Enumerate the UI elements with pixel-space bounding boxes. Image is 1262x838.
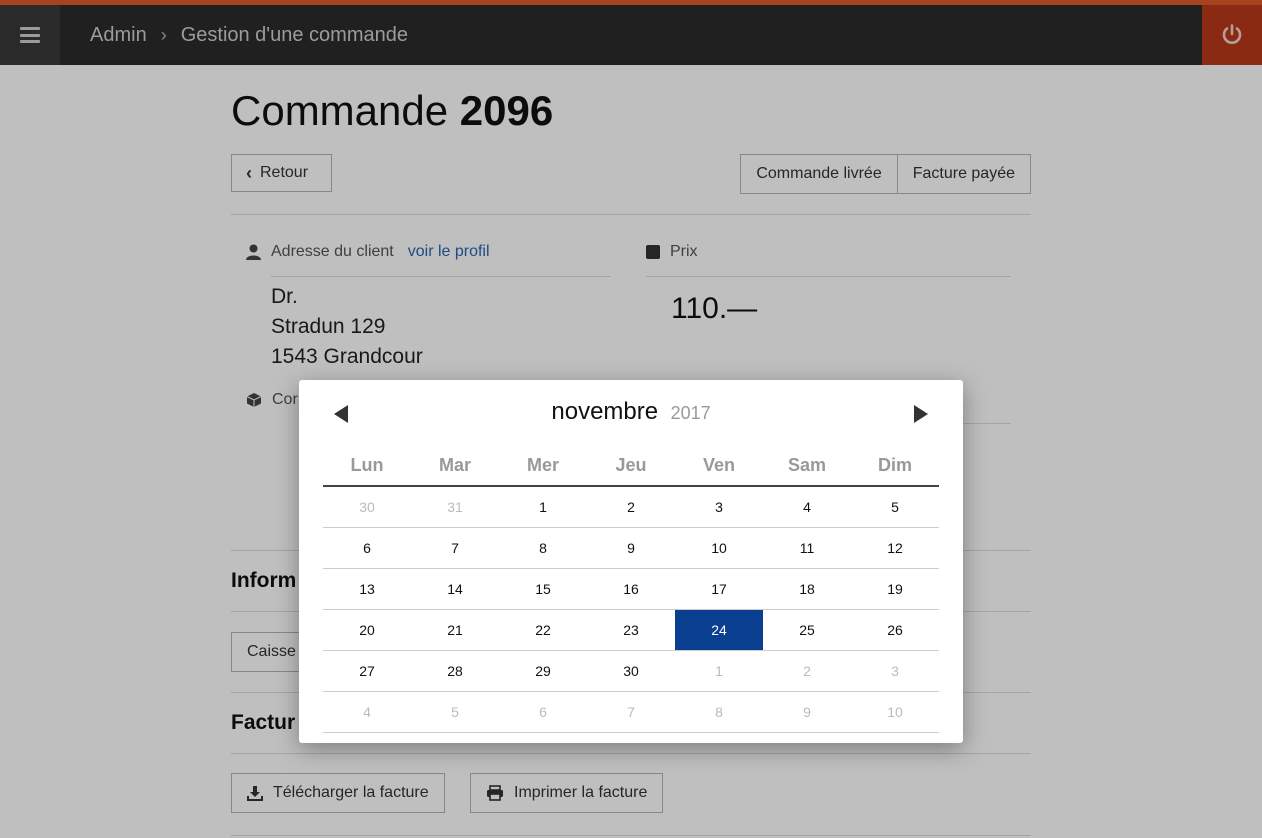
weekday-label: Lun — [350, 455, 384, 475]
calendar-day[interactable]: 25 — [763, 610, 851, 650]
calendar-day[interactable]: 10 — [851, 692, 939, 732]
calendar-day[interactable]: 30 — [323, 487, 411, 527]
calendar-day[interactable]: 1 — [675, 651, 763, 691]
calendar-day[interactable]: 28 — [411, 651, 499, 691]
calendar-day[interactable]: 5 — [851, 487, 939, 527]
calendar-day-selected[interactable]: 24 — [675, 610, 763, 650]
calendar-day[interactable]: 30 — [587, 651, 675, 691]
weekday-label: Sam — [787, 455, 827, 475]
calendar-day[interactable]: 8 — [675, 692, 763, 732]
calendar-day[interactable]: 1 — [499, 487, 587, 527]
calendar-day[interactable]: 9 — [763, 692, 851, 732]
calendar-week-row: 4 5 6 7 8 9 10 — [323, 692, 939, 733]
weekday-label: Ven — [702, 455, 736, 475]
calendar-day[interactable]: 23 — [587, 610, 675, 650]
weekday-label: Mer — [526, 455, 559, 475]
weekday-label: Jeu — [615, 455, 647, 475]
year: 2017 — [670, 403, 711, 423]
calendar-week-row: 20 21 22 23 24 25 26 — [323, 610, 939, 651]
calendar-day[interactable]: 12 — [851, 528, 939, 568]
calendar-day[interactable]: 22 — [499, 610, 587, 650]
calendar-week-row: 13 14 15 16 17 18 19 — [323, 569, 939, 610]
calendar-day[interactable]: 29 — [499, 651, 587, 691]
date-picker: novembre 2017 Lun Mar Mer Jeu Ven Sam Di… — [299, 380, 963, 743]
calendar-day[interactable]: 2 — [587, 487, 675, 527]
month-name: novembre — [551, 398, 659, 425]
calendar-day[interactable]: 7 — [587, 692, 675, 732]
calendar-day[interactable]: 18 — [763, 569, 851, 609]
triangle-right-icon — [914, 405, 928, 423]
calendar-day[interactable]: 19 — [851, 569, 939, 609]
calendar-day[interactable]: 2 — [763, 651, 851, 691]
calendar-week-row: 27 28 29 30 1 2 3 — [323, 651, 939, 692]
calendar-day[interactable]: 21 — [411, 610, 499, 650]
calendar-day[interactable]: 14 — [411, 569, 499, 609]
calendar-week-row: 6 7 8 9 10 11 12 — [323, 528, 939, 569]
calendar-day[interactable]: 4 — [763, 487, 851, 527]
weekday-label: Mar — [438, 455, 471, 475]
calendar-day[interactable]: 3 — [675, 487, 763, 527]
calendar-grid: Lun Mar Mer Jeu Ven Sam Dim 30 31 1 2 3 4 5 6 7 8… — [323, 448, 939, 733]
calendar-day[interactable]: 3 — [851, 651, 939, 691]
calendar-day[interactable]: 8 — [499, 528, 587, 568]
calendar-weeks: 30 31 1 2 3 4 5 6 7 8 9 10 11 12 13 14 15 16 17 18 19 20 21 22 2… — [323, 487, 939, 733]
calendar-day[interactable]: 26 — [851, 610, 939, 650]
calendar-day[interactable]: 7 — [411, 528, 499, 568]
calendar-day[interactable]: 17 — [675, 569, 763, 609]
calendar-day[interactable]: 4 — [323, 692, 411, 732]
calendar-day[interactable]: 27 — [323, 651, 411, 691]
calendar-day[interactable]: 6 — [499, 692, 587, 732]
next-month-button[interactable] — [909, 402, 933, 426]
calendar-day[interactable]: 16 — [587, 569, 675, 609]
calendar-day[interactable]: 20 — [323, 610, 411, 650]
month-year-title: novembre 2017 — [299, 398, 963, 426]
calendar-day[interactable]: 31 — [411, 487, 499, 527]
calendar-day[interactable]: 15 — [499, 569, 587, 609]
calendar-day[interactable]: 6 — [323, 528, 411, 568]
weekday-label: Dim — [877, 455, 912, 475]
calendar-day[interactable]: 5 — [411, 692, 499, 732]
calendar-week-row: 30 31 1 2 3 4 5 — [323, 487, 939, 528]
calendar-day[interactable]: 10 — [675, 528, 763, 568]
calendar-day[interactable]: 11 — [763, 528, 851, 568]
calendar-day[interactable]: 9 — [587, 528, 675, 568]
calendar-day[interactable]: 13 — [323, 569, 411, 609]
weekday-header-row: Lun Mar Mer Jeu Ven Sam Dim — [323, 448, 939, 487]
